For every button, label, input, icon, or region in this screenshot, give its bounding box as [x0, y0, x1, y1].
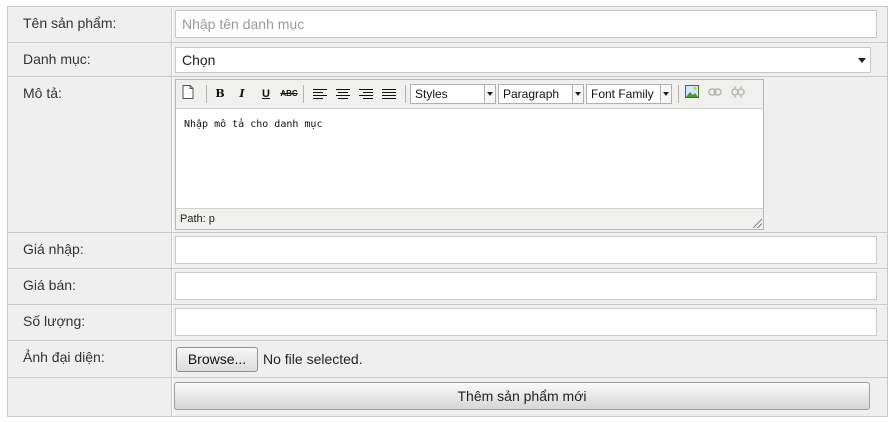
- import-price-label: Giá nhập:: [8, 233, 172, 268]
- resize-handle-icon[interactable]: [753, 219, 762, 228]
- link-icon[interactable]: [706, 85, 724, 103]
- browse-button[interactable]: Browse...: [176, 347, 258, 372]
- avatar-label: Ảnh đại diện:: [8, 341, 172, 377]
- font-family-select[interactable]: Font Family: [586, 84, 672, 104]
- align-left-icon[interactable]: [313, 89, 327, 99]
- italic-button[interactable]: I: [233, 85, 251, 103]
- editor-statusbar: Path: p: [176, 208, 763, 229]
- row-product-name: Tên sản phẩm:: [8, 7, 887, 43]
- insert-image-icon[interactable]: [683, 85, 701, 103]
- editor-toolbar: B I U ABC Styles Paragraph Font Family: [176, 80, 763, 109]
- quantity-input[interactable]: [175, 308, 877, 336]
- category-select[interactable]: Chọn: [175, 47, 871, 73]
- styles-select-label: Styles: [415, 87, 448, 101]
- row-submit: Thêm sản phẩm mới: [8, 378, 887, 416]
- quantity-label: Số lượng:: [8, 305, 172, 340]
- row-description: Mô tả: B I U ABC Styles Paragraph Font F…: [8, 77, 887, 233]
- align-justify-icon[interactable]: [382, 89, 396, 99]
- paragraph-select[interactable]: Paragraph: [498, 84, 584, 104]
- submit-row-spacer: [8, 378, 172, 416]
- row-category: Danh mục: Chọn: [8, 43, 887, 77]
- sale-price-label: Giá bán:: [8, 269, 172, 304]
- row-sale-price: Giá bán:: [8, 269, 887, 305]
- product-name-label: Tên sản phẩm:: [8, 7, 172, 42]
- unlink-icon[interactable]: [729, 85, 747, 103]
- row-avatar: Ảnh đại diện: Browse... No file selected…: [8, 341, 887, 378]
- category-label: Danh mục:: [8, 43, 172, 76]
- row-quantity: Số lượng:: [8, 305, 887, 341]
- sale-price-input[interactable]: [175, 272, 877, 300]
- chevron-down-icon: [858, 58, 866, 63]
- underline-button[interactable]: U: [257, 85, 275, 103]
- align-right-icon[interactable]: [359, 89, 373, 99]
- row-import-price: Giá nhập:: [8, 233, 887, 269]
- editor-content[interactable]: Nhập mô tả cho danh mục: [176, 109, 763, 207]
- category-selected-value: Chọn: [182, 52, 216, 68]
- styles-select[interactable]: Styles: [410, 84, 496, 104]
- chevron-down-icon: [572, 85, 583, 103]
- description-label: Mô tả:: [8, 77, 172, 232]
- strikethrough-button[interactable]: ABC: [280, 85, 298, 103]
- product-name-input[interactable]: [175, 10, 877, 38]
- import-price-input[interactable]: [175, 236, 877, 264]
- add-product-button[interactable]: Thêm sản phẩm mới: [174, 382, 870, 410]
- bold-button[interactable]: B: [211, 85, 229, 103]
- chevron-down-icon: [484, 85, 495, 103]
- new-document-icon[interactable]: [179, 85, 197, 103]
- add-product-form: Tên sản phẩm: Danh mục: Chọn Mô tả: B: [7, 6, 888, 417]
- chevron-down-icon: [660, 85, 671, 103]
- font-family-select-label: Font Family: [591, 87, 654, 101]
- align-center-icon[interactable]: [336, 89, 350, 99]
- paragraph-select-label: Paragraph: [503, 87, 560, 101]
- file-status-text: No file selected.: [263, 351, 363, 367]
- rich-text-editor: B I U ABC Styles Paragraph Font Family N…: [175, 79, 764, 230]
- editor-path: Path: p: [180, 213, 215, 225]
